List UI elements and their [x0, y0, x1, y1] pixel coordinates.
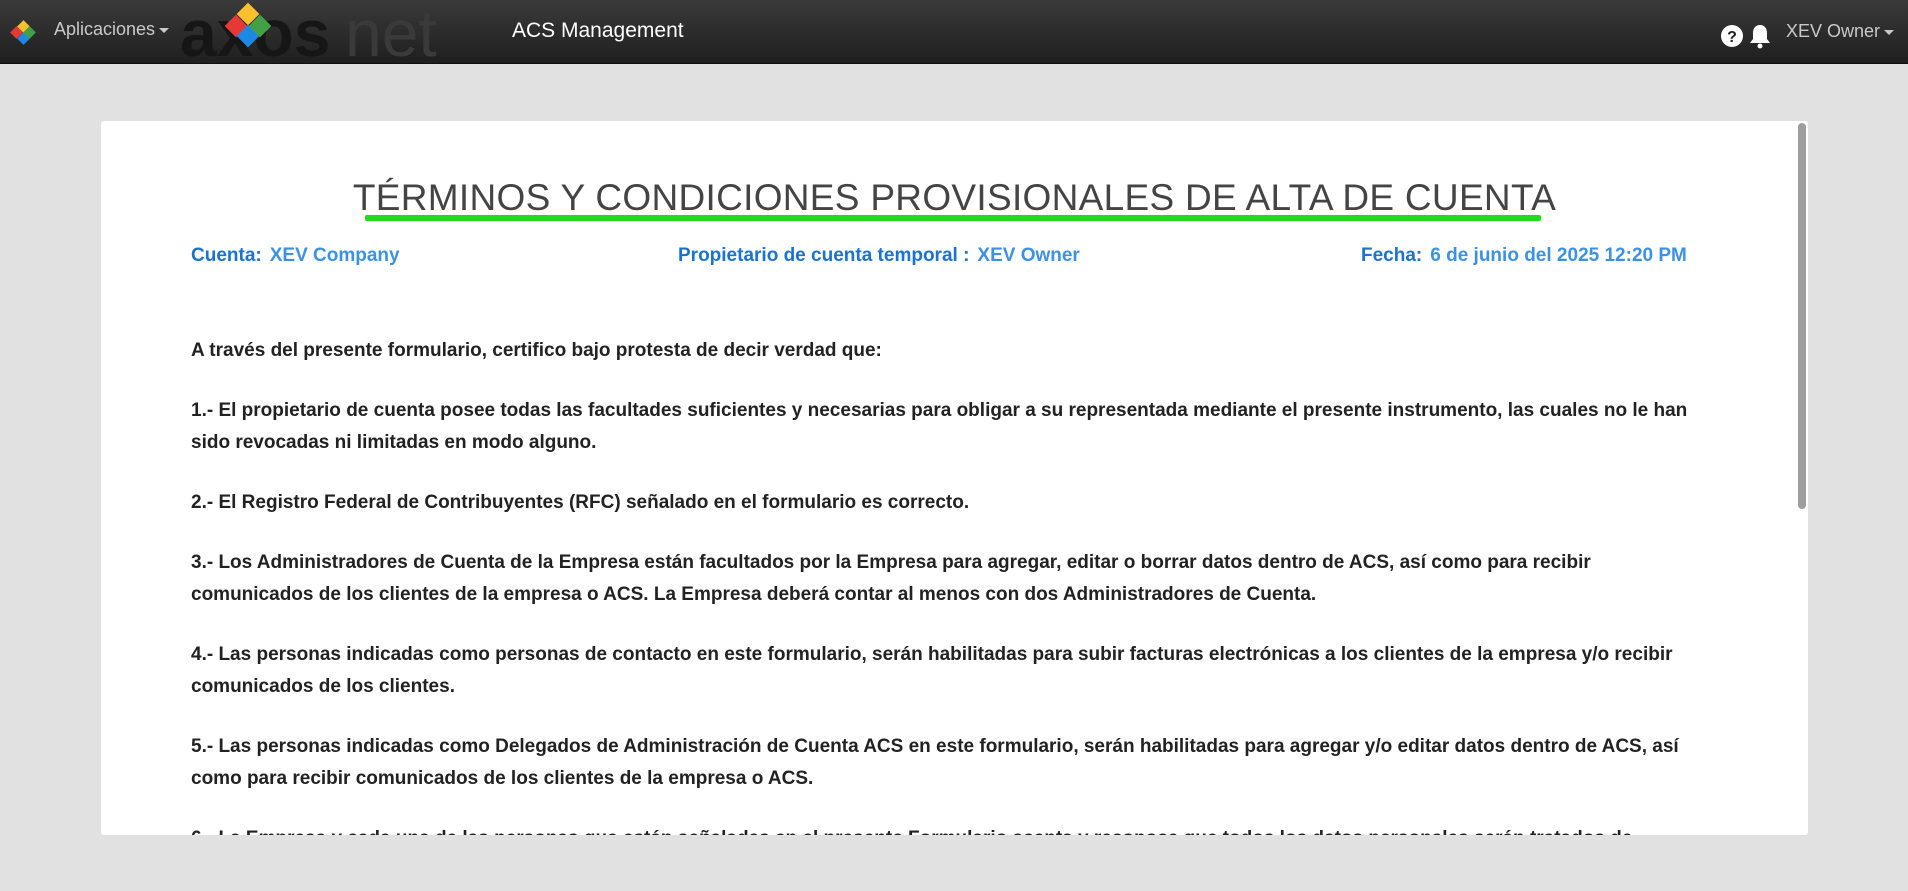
user-dropdown[interactable]: XEV Owner	[1786, 21, 1895, 42]
top-navbar: Aplicaciones axos net ACS Management ? X…	[0, 0, 1908, 64]
terms-paragraph: 2.- El Registro Federal de Contribuyente…	[191, 492, 970, 513]
help-icon[interactable]: ?	[1720, 24, 1744, 48]
brand-logo: axos net	[180, 0, 437, 64]
terms-paragraph: 1.- El propietario de cuenta posee todas…	[191, 400, 1688, 453]
scrollbar[interactable]	[1796, 121, 1808, 835]
account-info: Cuenta: XEV Company	[191, 245, 400, 267]
chevron-down-icon	[1884, 29, 1895, 35]
terms-paragraph: 4.- Las personas indicadas como personas…	[191, 644, 1673, 697]
svg-text:?: ?	[1727, 29, 1737, 46]
title-underline	[365, 215, 1541, 221]
apps-dropdown[interactable]: Aplicaciones	[54, 19, 170, 40]
date-info: Fecha: 6 de junio del 2025 12:20 PM	[1361, 245, 1687, 267]
user-name: XEV Owner	[1786, 21, 1881, 41]
bell-icon[interactable]	[1748, 23, 1772, 49]
apps-dropdown-label: Aplicaciones	[54, 19, 156, 39]
owner-info: Propietario de cuenta temporal : XEV Owne…	[678, 245, 1080, 267]
terms-paragraph: 5.- Las personas indicadas como Delegado…	[191, 736, 1679, 789]
terms-body: A través del presente formulario, certif…	[191, 335, 1711, 835]
date-value: 6 de junio del 2025 12:20 PM	[1430, 245, 1687, 266]
app-title: ACS Management	[512, 19, 684, 42]
terms-paragraph: A través del presente formulario, certif…	[191, 340, 882, 361]
owner-label: Propietario de cuenta temporal :	[678, 245, 970, 266]
svg-text:net: net	[345, 0, 437, 64]
terms-paragraph: 3.- Los Administradores de Cuenta de la …	[191, 552, 1591, 605]
page-title: TÉRMINOS Y CONDICIONES PROVISIONALES DE …	[352, 177, 1557, 218]
terms-card: TÉRMINOS Y CONDICIONES PROVISIONALES DE …	[101, 121, 1808, 835]
date-label: Fecha:	[1361, 245, 1423, 266]
account-label: Cuenta:	[191, 245, 262, 266]
scrollbar-thumb[interactable]	[1798, 123, 1806, 509]
chevron-down-icon	[159, 27, 170, 33]
owner-value: XEV Owner	[977, 245, 1080, 266]
terms-paragraph: 6.- La Empresa y cada una de las persona…	[191, 823, 1711, 835]
apps-logo-icon[interactable]	[10, 20, 36, 46]
account-value: XEV Company	[269, 245, 400, 266]
